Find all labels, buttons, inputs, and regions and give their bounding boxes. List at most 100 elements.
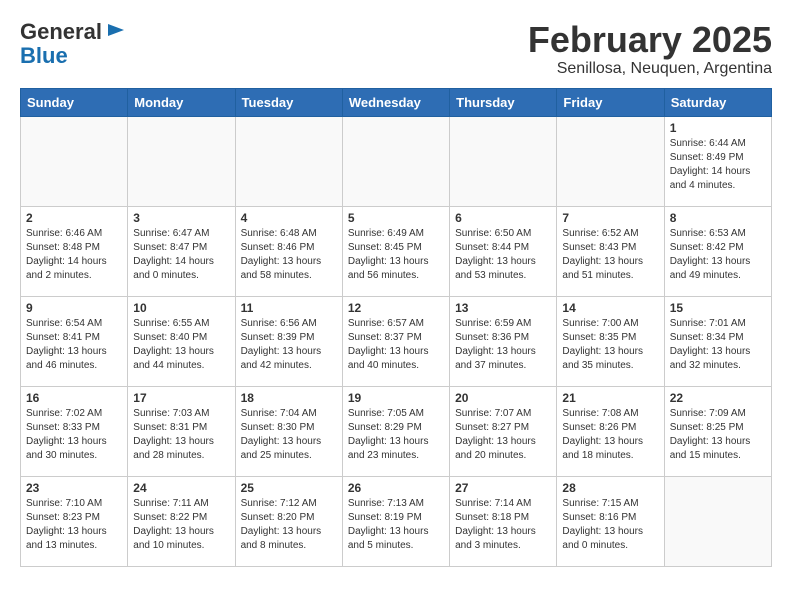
calendar-week-2: 2 Sunrise: 6:46 AM Sunset: 8:48 PM Daylig… (21, 206, 772, 296)
calendar-cell: 24 Sunrise: 7:11 AM Sunset: 8:22 PM Dayli… (128, 476, 235, 566)
calendar-week-1: 1 Sunrise: 6:44 AM Sunset: 8:49 PM Daylig… (21, 116, 772, 206)
day-info: Sunrise: 6:59 AM Sunset: 8:36 PM Dayligh… (455, 317, 551, 373)
calendar-cell: 19 Sunrise: 7:05 AM Sunset: 8:29 PM Dayli… (342, 386, 449, 476)
calendar-cell (664, 476, 771, 566)
calendar-cell: 18 Sunrise: 7:04 AM Sunset: 8:30 PM Dayli… (235, 386, 342, 476)
day-number: 11 (241, 301, 337, 315)
logo-blue-text: Blue (20, 44, 128, 68)
day-info: Sunrise: 7:09 AM Sunset: 8:25 PM Dayligh… (670, 407, 766, 463)
day-info: Sunrise: 6:50 AM Sunset: 8:44 PM Dayligh… (455, 227, 551, 283)
calendar-cell: 21 Sunrise: 7:08 AM Sunset: 8:26 PM Dayli… (557, 386, 664, 476)
day-number: 21 (562, 391, 658, 405)
calendar-week-4: 16 Sunrise: 7:02 AM Sunset: 8:33 PM Dayli… (21, 386, 772, 476)
weekday-header-thursday: Thursday (450, 88, 557, 116)
day-info: Sunrise: 6:48 AM Sunset: 8:46 PM Dayligh… (241, 227, 337, 283)
weekday-header-sunday: Sunday (21, 88, 128, 116)
day-info: Sunrise: 6:46 AM Sunset: 8:48 PM Dayligh… (26, 227, 122, 283)
day-number: 26 (348, 481, 444, 495)
calendar-cell: 11Sunrise: 6:56 AM Sunset: 8:39 PM Dayli… (235, 296, 342, 386)
day-info: Sunrise: 6:57 AM Sunset: 8:37 PM Dayligh… (348, 317, 444, 373)
day-info: Sunrise: 7:11 AM Sunset: 8:22 PM Dayligh… (133, 497, 229, 553)
day-number: 17 (133, 391, 229, 405)
day-number: 23 (26, 481, 122, 495)
day-info: Sunrise: 7:03 AM Sunset: 8:31 PM Dayligh… (133, 407, 229, 463)
day-number: 10 (133, 301, 229, 315)
calendar-cell (235, 116, 342, 206)
weekday-header-wednesday: Wednesday (342, 88, 449, 116)
day-number: 13 (455, 301, 551, 315)
calendar-cell: 25 Sunrise: 7:12 AM Sunset: 8:20 PM Dayli… (235, 476, 342, 566)
day-info: Sunrise: 7:12 AM Sunset: 8:20 PM Dayligh… (241, 497, 337, 553)
calendar-cell: 9Sunrise: 6:54 AM Sunset: 8:41 PM Daylig… (21, 296, 128, 386)
day-info: Sunrise: 7:02 AM Sunset: 8:33 PM Dayligh… (26, 407, 122, 463)
weekday-header-friday: Friday (557, 88, 664, 116)
calendar-cell: 27 Sunrise: 7:14 AM Sunset: 8:18 PM Dayli… (450, 476, 557, 566)
calendar-cell: 7 Sunrise: 6:52 AM Sunset: 8:43 PM Daylig… (557, 206, 664, 296)
calendar-header: SundayMondayTuesdayWednesdayThursdayFrid… (21, 88, 772, 116)
calendar-cell: 13 Sunrise: 6:59 AM Sunset: 8:36 PM Dayli… (450, 296, 557, 386)
day-number: 1 (670, 121, 766, 135)
calendar-cell: 16 Sunrise: 7:02 AM Sunset: 8:33 PM Dayli… (21, 386, 128, 476)
logo-flag-icon (104, 20, 128, 44)
calendar-cell (21, 116, 128, 206)
calendar-cell: 5 Sunrise: 6:49 AM Sunset: 8:45 PM Daylig… (342, 206, 449, 296)
day-number: 15 (670, 301, 766, 315)
day-info: Sunrise: 7:01 AM Sunset: 8:34 PM Dayligh… (670, 317, 766, 373)
day-number: 28 (562, 481, 658, 495)
day-info: Sunrise: 7:14 AM Sunset: 8:18 PM Dayligh… (455, 497, 551, 553)
calendar-cell: 28 Sunrise: 7:15 AM Sunset: 8:16 PM Dayli… (557, 476, 664, 566)
calendar-cell: 17 Sunrise: 7:03 AM Sunset: 8:31 PM Dayli… (128, 386, 235, 476)
day-number: 7 (562, 211, 658, 225)
month-title: February 2025 (528, 20, 772, 60)
calendar-cell: 3Sunrise: 6:47 AM Sunset: 8:47 PM Daylig… (128, 206, 235, 296)
calendar-cell: 22Sunrise: 7:09 AM Sunset: 8:25 PM Dayli… (664, 386, 771, 476)
day-info: Sunrise: 7:08 AM Sunset: 8:26 PM Dayligh… (562, 407, 658, 463)
day-info: Sunrise: 7:00 AM Sunset: 8:35 PM Dayligh… (562, 317, 658, 373)
day-info: Sunrise: 7:05 AM Sunset: 8:29 PM Dayligh… (348, 407, 444, 463)
logo: General Blue (20, 20, 128, 68)
day-info: Sunrise: 7:04 AM Sunset: 8:30 PM Dayligh… (241, 407, 337, 463)
calendar-cell: 12 Sunrise: 6:57 AM Sunset: 8:37 PM Dayli… (342, 296, 449, 386)
day-info: Sunrise: 6:47 AM Sunset: 8:47 PM Dayligh… (133, 227, 229, 283)
day-info: Sunrise: 6:52 AM Sunset: 8:43 PM Dayligh… (562, 227, 658, 283)
day-number: 24 (133, 481, 229, 495)
page-header: General Blue February 2025 Senillosa, Ne… (20, 20, 772, 78)
weekday-header-row: SundayMondayTuesdayWednesdayThursdayFrid… (21, 88, 772, 116)
calendar-table: SundayMondayTuesdayWednesdayThursdayFrid… (20, 88, 772, 567)
day-number: 12 (348, 301, 444, 315)
day-info: Sunrise: 7:10 AM Sunset: 8:23 PM Dayligh… (26, 497, 122, 553)
calendar-cell: 4 Sunrise: 6:48 AM Sunset: 8:46 PM Daylig… (235, 206, 342, 296)
calendar-cell: 15 Sunrise: 7:01 AM Sunset: 8:34 PM Dayli… (664, 296, 771, 386)
day-number: 18 (241, 391, 337, 405)
location-title: Senillosa, Neuquen, Argentina (528, 60, 772, 78)
calendar-cell (128, 116, 235, 206)
day-number: 5 (348, 211, 444, 225)
day-number: 27 (455, 481, 551, 495)
calendar-cell: 6 Sunrise: 6:50 AM Sunset: 8:44 PM Daylig… (450, 206, 557, 296)
calendar-cell: 23 Sunrise: 7:10 AM Sunset: 8:23 PM Dayli… (21, 476, 128, 566)
calendar-cell: 2 Sunrise: 6:46 AM Sunset: 8:48 PM Daylig… (21, 206, 128, 296)
day-info: Sunrise: 6:53 AM Sunset: 8:42 PM Dayligh… (670, 227, 766, 283)
day-number: 2 (26, 211, 122, 225)
weekday-header-saturday: Saturday (664, 88, 771, 116)
day-number: 14 (562, 301, 658, 315)
calendar-cell (450, 116, 557, 206)
day-info: Sunrise: 7:13 AM Sunset: 8:19 PM Dayligh… (348, 497, 444, 553)
calendar-cell: 14 Sunrise: 7:00 AM Sunset: 8:35 PM Dayli… (557, 296, 664, 386)
day-info: Sunrise: 6:49 AM Sunset: 8:45 PM Dayligh… (348, 227, 444, 283)
calendar-cell: 1 Sunrise: 6:44 AM Sunset: 8:49 PM Daylig… (664, 116, 771, 206)
calendar-cell: 10Sunrise: 6:55 AM Sunset: 8:40 PM Dayli… (128, 296, 235, 386)
day-number: 16 (26, 391, 122, 405)
calendar-cell (557, 116, 664, 206)
calendar-cell: 8Sunrise: 6:53 AM Sunset: 8:42 PM Daylig… (664, 206, 771, 296)
day-number: 6 (455, 211, 551, 225)
day-number: 19 (348, 391, 444, 405)
day-number: 25 (241, 481, 337, 495)
day-number: 4 (241, 211, 337, 225)
logo-general-text: General (20, 20, 102, 44)
calendar-cell: 26 Sunrise: 7:13 AM Sunset: 8:19 PM Dayli… (342, 476, 449, 566)
day-number: 20 (455, 391, 551, 405)
day-info: Sunrise: 6:44 AM Sunset: 8:49 PM Dayligh… (670, 137, 766, 193)
calendar-week-5: 23 Sunrise: 7:10 AM Sunset: 8:23 PM Dayli… (21, 476, 772, 566)
day-info: Sunrise: 7:15 AM Sunset: 8:16 PM Dayligh… (562, 497, 658, 553)
